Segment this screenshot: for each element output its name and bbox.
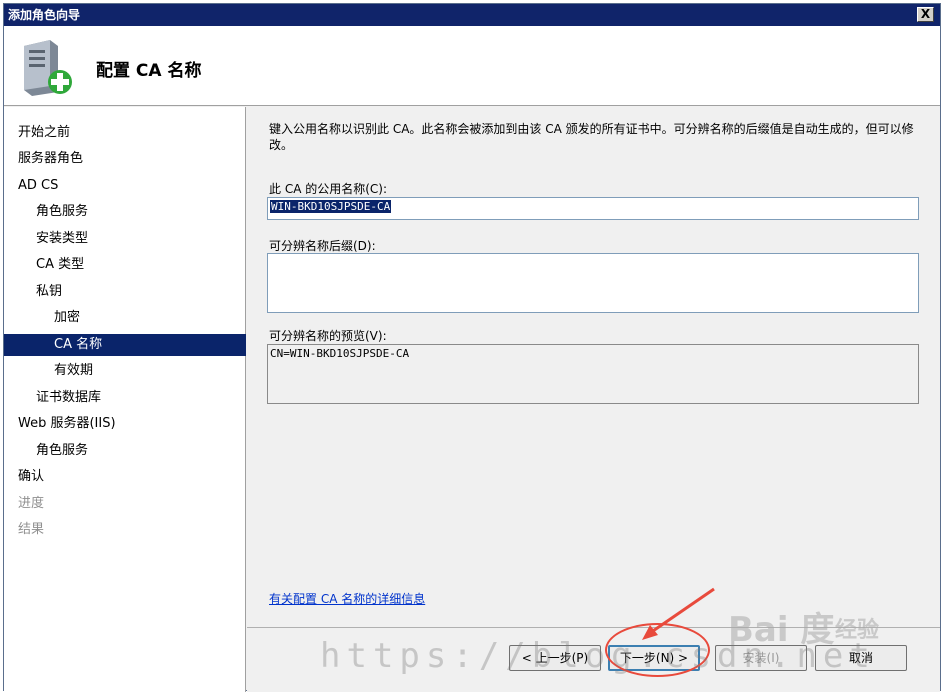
step-iis-role-services[interactable]: 角色服务: [4, 440, 246, 462]
step-role-services[interactable]: 角色服务: [4, 201, 246, 223]
cancel-button[interactable]: 取消: [815, 645, 907, 671]
step-progress: 进度: [18, 496, 45, 511]
step-cryptography[interactable]: 加密: [4, 307, 246, 329]
wizard-footer: < 上一步(P) 下一步(N) > 安装(I) 取消: [247, 627, 940, 692]
common-name-value: WIN-BKD10SJPSDE-CA: [270, 200, 392, 213]
common-name-input[interactable]: WIN-BKD10SJPSDE-CA: [267, 197, 919, 220]
step-validity-period[interactable]: 有效期: [4, 360, 246, 382]
dn-preview-label: 可分辨名称的预览(V):: [269, 329, 387, 343]
step-web-server-iis[interactable]: Web 服务器(IIS): [4, 413, 246, 435]
previous-button[interactable]: < 上一步(P): [509, 645, 601, 671]
next-button[interactable]: 下一步(N) >: [608, 645, 700, 671]
step-before-you-begin[interactable]: 开始之前: [4, 122, 246, 144]
step-server-roles[interactable]: 服务器角色: [4, 148, 246, 170]
step-ad-cs[interactable]: AD CS: [4, 175, 246, 197]
dn-preview-box: CN=WIN-BKD10SJPSDE-CA: [267, 344, 919, 404]
common-name-label: 此 CA 的公用名称(C):: [269, 182, 388, 196]
step-ca-name[interactable]: CA 名称: [4, 334, 246, 356]
dn-suffix-input[interactable]: [267, 253, 919, 313]
step-private-key[interactable]: 私钥: [4, 281, 246, 303]
step-confirmation[interactable]: 确认: [4, 466, 246, 488]
step-certificate-database[interactable]: 证书数据库: [4, 387, 246, 409]
help-link[interactable]: 有关配置 CA 名称的详细信息: [269, 590, 425, 607]
dn-suffix-label: 可分辨名称后缀(D):: [269, 239, 376, 253]
wizard-header: 配置 CA 名称: [4, 26, 940, 106]
step-results: 结果: [18, 522, 45, 537]
title-bar: 添加角色向导 X: [4, 4, 940, 26]
close-button[interactable]: X: [917, 7, 934, 22]
step-setup-type[interactable]: 安装类型: [4, 228, 246, 250]
page-title: 配置 CA 名称: [96, 61, 202, 81]
server-add-icon: [24, 40, 72, 96]
step-ca-type[interactable]: CA 类型: [4, 254, 246, 276]
wizard-window: 添加角色向导 X 配置 CA 名称 开始之前 服务器角色 AD CS 角色服务 …: [3, 3, 941, 692]
ca-name-panel: 键入公用名称以识别此 CA。此名称会被添加到由该 CA 颁发的所有证书中。可分辨…: [247, 107, 940, 627]
window-title: 添加角色向导: [8, 8, 81, 22]
instructions-text: 键入公用名称以识别此 CA。此名称会被添加到由该 CA 颁发的所有证书中。可分辨…: [269, 122, 914, 152]
install-button[interactable]: 安装(I): [715, 645, 807, 671]
wizard-step-list: 开始之前 服务器角色 AD CS 角色服务 安装类型 CA 类型 私钥 加密 C…: [4, 107, 246, 692]
